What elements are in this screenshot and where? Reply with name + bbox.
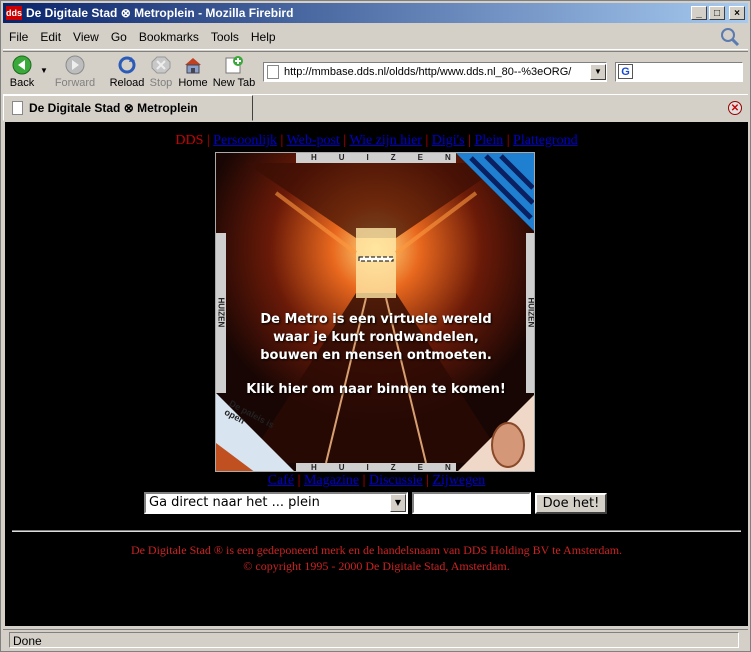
address-bar[interactable]: http://mmbase.dds.nl/oldds/http/www.dds.… [263,62,607,82]
goto-form: Ga direct naar het ... plein ▼ Doe het! [5,492,748,516]
banner-enter-text: Klik hier om naar binnen te komen! [246,382,506,397]
nav-link-web-post[interactable]: Web-post [287,133,340,148]
reload-label: Reload [109,77,145,89]
menu-file[interactable]: File [3,30,34,44]
plein-select-value: Ga direct naar het ... plein [149,495,320,510]
banner-line-3: bouwen en mensen ontmoeten. [260,348,492,363]
back-label: Back [9,77,35,89]
url-dropdown-button[interactable]: ▼ [590,64,606,80]
stop-icon [151,56,171,74]
plein-select[interactable]: Ga direct naar het ... plein ▼ [144,492,408,514]
status-bar: Done [3,629,748,650]
top-nav: DDS | Persoonlijk | Web-post | Wie zijn … [175,133,578,148]
menu-view[interactable]: View [67,30,105,44]
minimize-button[interactable]: _ [691,6,707,20]
nav-link-persoonlijk[interactable]: Persoonlijk [213,133,277,148]
chevron-down-icon[interactable]: ▼ [390,494,406,512]
banner-line-1: De Metro is een virtuele wereld [260,312,492,327]
menu-tools[interactable]: Tools [205,30,245,44]
back-button[interactable]: Back [7,55,37,89]
stop-label: Stop [149,77,173,89]
url-text[interactable]: http://mmbase.dds.nl/oldds/http/www.dds.… [284,66,590,78]
home-icon [185,58,201,74]
tab-title: De Digitale Stad ⊗ Metroplein [29,101,198,115]
reload-icon [118,56,136,74]
home-label: Home [178,77,208,89]
menu-edit[interactable]: Edit [34,30,67,44]
page-icon [267,65,279,79]
footer-trademark: De Digitale Stad ® is een gedeponeerd me… [130,543,623,557]
new-tab-button[interactable]: New Tab [211,55,257,89]
app-icon: dds [6,6,23,20]
frame-label-bottom: HUIZEN [311,463,473,472]
menu-help[interactable]: Help [245,30,282,44]
nav-link-wie-zijn-hier[interactable]: Wie zijn hier [349,133,422,148]
page-content: DDS | Persoonlijk | Web-post | Wie zijn … [5,122,748,626]
sub-link-magazine[interactable]: Magazine [304,473,359,488]
reload-button[interactable]: Reload [109,55,145,89]
banner-line-2: waar je kunt rondwandelen, [273,330,479,345]
close-tab-icon[interactable]: ✕ [728,101,742,115]
nav-link-plein[interactable]: Plein [474,133,503,148]
browser-window: dds De Digitale Stad ⊗ Metroplein - Mozi… [0,0,751,652]
back-arrow-icon [12,55,32,75]
back-dropdown-icon[interactable]: ▼ [40,66,48,75]
forward-arrow-icon [65,55,85,75]
footer-copyright: © copyright 1995 - 2000 De Digitale Stad… [243,559,510,573]
metro-banner-link[interactable]: HUIZEN HUIZEN HUIZEN HUIZEN De paleis is… [215,152,535,472]
tab-page-icon [12,101,23,115]
footer: De Digitale Stad ® is een gedeponeerd me… [5,542,748,574]
menu-go[interactable]: Go [105,30,133,44]
goto-text-input[interactable] [412,492,531,514]
nav-link-digis[interactable]: Digi's [432,133,465,148]
stop-button[interactable]: Stop [147,55,175,89]
sub-nav: Café | Magazine | Discussie | Zijwegen [267,473,486,488]
doe-het-button[interactable]: Doe het! [535,493,607,514]
search-input[interactable]: G [615,62,743,82]
forward-button[interactable]: Forward [53,55,97,89]
forward-label: Forward [54,77,96,89]
maximize-button[interactable]: □ [709,6,725,20]
sub-link-cafe[interactable]: Café [268,473,294,488]
sub-link-zijwegen[interactable]: Zijwegen [432,473,485,488]
nav-current: DDS [175,133,204,148]
nav-link-plattegrond[interactable]: Plattegrond [513,133,578,148]
menu-bar: File Edit View Go Bookmarks Tools Help [3,25,748,50]
title-bar: dds De Digitale Stad ⊗ Metroplein - Mozi… [3,3,748,23]
new-tab-icon [225,56,243,74]
frame-label-top: HUIZEN [311,153,473,162]
sub-link-discussie[interactable]: Discussie [369,473,423,488]
home-button[interactable]: Home [177,55,209,89]
navigation-toolbar: Back ▼ Forward Reload Stop Home New Tab … [3,51,748,95]
new-tab-label: New Tab [212,77,256,89]
close-window-button[interactable]: × [729,6,745,20]
banner-message: De Metro is een virtuele wereld waar je … [216,311,534,399]
tab-strip: De Digitale Stad ⊗ Metroplein ✕ [3,95,748,121]
throbber-icon [721,28,740,47]
status-text: Done [9,632,739,648]
tab-metroplein[interactable]: De Digitale Stad ⊗ Metroplein [3,95,253,121]
window-title: De Digitale Stad ⊗ Metroplein - Mozilla … [26,6,294,20]
menu-bookmarks[interactable]: Bookmarks [133,30,205,44]
google-icon: G [618,64,633,79]
divider [12,530,741,532]
